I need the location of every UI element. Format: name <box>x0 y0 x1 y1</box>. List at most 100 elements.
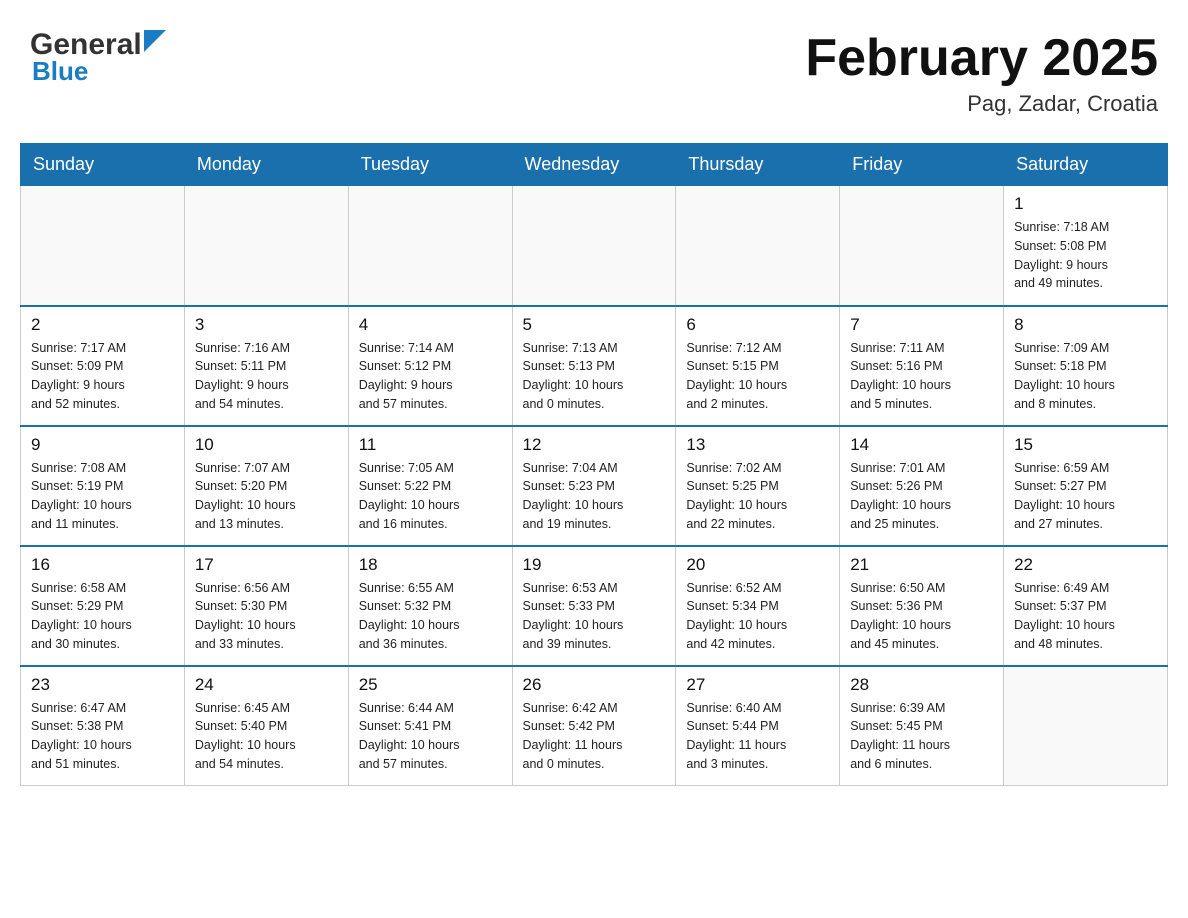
calendar-header-monday: Monday <box>184 144 348 186</box>
day-info: Sunrise: 7:01 AM Sunset: 5:26 PM Dayligh… <box>850 459 993 534</box>
calendar-cell <box>348 186 512 306</box>
calendar-cell: 5 Sunrise: 7:13 AM Sunset: 5:13 PM Daylig… <box>512 306 676 426</box>
day-number: 19 <box>523 555 666 575</box>
day-info: Sunrise: 6:40 AM Sunset: 5:44 PM Dayligh… <box>686 699 829 774</box>
day-number: 16 <box>31 555 174 575</box>
calendar-cell: 1Sunrise: 7:18 AM Sunset: 5:08 PM Daylig… <box>1004 186 1168 306</box>
logo-arrow-icon <box>144 30 166 52</box>
calendar-cell: 23 Sunrise: 6:47 AM Sunset: 5:38 PM Dayli… <box>21 666 185 786</box>
day-number: 27 <box>686 675 829 695</box>
day-info: Sunrise: 6:52 AM Sunset: 5:34 PM Dayligh… <box>686 579 829 654</box>
calendar-cell: 18 Sunrise: 6:55 AM Sunset: 5:32 PM Dayli… <box>348 546 512 666</box>
calendar-cell: 19 Sunrise: 6:53 AM Sunset: 5:33 PM Dayli… <box>512 546 676 666</box>
calendar-cell: 11 Sunrise: 7:05 AM Sunset: 5:22 PM Dayli… <box>348 426 512 546</box>
day-info: Sunrise: 6:49 AM Sunset: 5:37 PM Dayligh… <box>1014 579 1157 654</box>
calendar-cell: 26Sunrise: 6:42 AM Sunset: 5:42 PM Dayli… <box>512 666 676 786</box>
calendar-week-2: 2 Sunrise: 7:17 AM Sunset: 5:09 PM Daylig… <box>21 306 1168 426</box>
day-number: 2 <box>31 315 174 335</box>
calendar-cell <box>1004 666 1168 786</box>
day-number: 13 <box>686 435 829 455</box>
day-number: 7 <box>850 315 993 335</box>
calendar-cell: 10 Sunrise: 7:07 AM Sunset: 5:20 PM Dayli… <box>184 426 348 546</box>
calendar-cell: 16 Sunrise: 6:58 AM Sunset: 5:29 PM Dayli… <box>21 546 185 666</box>
calendar-header-wednesday: Wednesday <box>512 144 676 186</box>
day-info: Sunrise: 6:44 AM Sunset: 5:41 PM Dayligh… <box>359 699 502 774</box>
day-number: 28 <box>850 675 993 695</box>
day-info: Sunrise: 7:11 AM Sunset: 5:16 PM Dayligh… <box>850 339 993 414</box>
day-number: 4 <box>359 315 502 335</box>
calendar-week-5: 23 Sunrise: 6:47 AM Sunset: 5:38 PM Dayli… <box>21 666 1168 786</box>
calendar-cell: 2 Sunrise: 7:17 AM Sunset: 5:09 PM Daylig… <box>21 306 185 426</box>
calendar-week-1: 1Sunrise: 7:18 AM Sunset: 5:08 PM Daylig… <box>21 186 1168 306</box>
day-number: 18 <box>359 555 502 575</box>
day-info: Sunrise: 7:09 AM Sunset: 5:18 PM Dayligh… <box>1014 339 1157 414</box>
day-info: Sunrise: 6:50 AM Sunset: 5:36 PM Dayligh… <box>850 579 993 654</box>
calendar-cell <box>184 186 348 306</box>
calendar-cell: 28 Sunrise: 6:39 AM Sunset: 5:45 PM Dayli… <box>840 666 1004 786</box>
day-number: 25 <box>359 675 502 695</box>
month-title: February 2025 <box>805 30 1158 87</box>
calendar-cell <box>21 186 185 306</box>
day-number: 1 <box>1014 194 1157 214</box>
day-number: 15 <box>1014 435 1157 455</box>
location: Pag, Zadar, Croatia <box>805 91 1158 117</box>
day-number: 20 <box>686 555 829 575</box>
calendar-cell: 20 Sunrise: 6:52 AM Sunset: 5:34 PM Dayli… <box>676 546 840 666</box>
day-info: Sunrise: 7:04 AM Sunset: 5:23 PM Dayligh… <box>523 459 666 534</box>
day-info: Sunrise: 7:02 AM Sunset: 5:25 PM Dayligh… <box>686 459 829 534</box>
calendar-cell: 12Sunrise: 7:04 AM Sunset: 5:23 PM Dayli… <box>512 426 676 546</box>
day-number: 26 <box>523 675 666 695</box>
calendar-cell: 22 Sunrise: 6:49 AM Sunset: 5:37 PM Dayli… <box>1004 546 1168 666</box>
day-number: 14 <box>850 435 993 455</box>
day-number: 24 <box>195 675 338 695</box>
day-info: Sunrise: 6:55 AM Sunset: 5:32 PM Dayligh… <box>359 579 502 654</box>
day-number: 11 <box>359 435 502 455</box>
calendar-cell: 17 Sunrise: 6:56 AM Sunset: 5:30 PM Dayli… <box>184 546 348 666</box>
day-info: Sunrise: 6:45 AM Sunset: 5:40 PM Dayligh… <box>195 699 338 774</box>
calendar-cell: 7 Sunrise: 7:11 AM Sunset: 5:16 PM Daylig… <box>840 306 1004 426</box>
calendar-cell: 24 Sunrise: 6:45 AM Sunset: 5:40 PM Dayli… <box>184 666 348 786</box>
calendar-header-thursday: Thursday <box>676 144 840 186</box>
calendar-cell: 25 Sunrise: 6:44 AM Sunset: 5:41 PM Dayli… <box>348 666 512 786</box>
calendar-cell: 14 Sunrise: 7:01 AM Sunset: 5:26 PM Dayli… <box>840 426 1004 546</box>
day-info: Sunrise: 6:53 AM Sunset: 5:33 PM Dayligh… <box>523 579 666 654</box>
title-section: February 2025 Pag, Zadar, Croatia <box>805 30 1158 117</box>
calendar-header-friday: Friday <box>840 144 1004 186</box>
day-info: Sunrise: 7:12 AM Sunset: 5:15 PM Dayligh… <box>686 339 829 414</box>
logo-blue: Blue <box>30 56 88 87</box>
calendar-cell: 13 Sunrise: 7:02 AM Sunset: 5:25 PM Dayli… <box>676 426 840 546</box>
calendar-cell: 9Sunrise: 7:08 AM Sunset: 5:19 PM Daylig… <box>21 426 185 546</box>
calendar-cell <box>840 186 1004 306</box>
day-number: 10 <box>195 435 338 455</box>
day-number: 23 <box>31 675 174 695</box>
day-info: Sunrise: 7:17 AM Sunset: 5:09 PM Dayligh… <box>31 339 174 414</box>
calendar-cell <box>512 186 676 306</box>
calendar-table: SundayMondayTuesdayWednesdayThursdayFrid… <box>20 143 1168 786</box>
day-info: Sunrise: 6:58 AM Sunset: 5:29 PM Dayligh… <box>31 579 174 654</box>
day-number: 5 <box>523 315 666 335</box>
calendar-header-tuesday: Tuesday <box>348 144 512 186</box>
logo: General Blue <box>30 30 166 87</box>
day-info: Sunrise: 7:05 AM Sunset: 5:22 PM Dayligh… <box>359 459 502 534</box>
day-number: 17 <box>195 555 338 575</box>
day-info: Sunrise: 7:14 AM Sunset: 5:12 PM Dayligh… <box>359 339 502 414</box>
calendar-cell: 15 Sunrise: 6:59 AM Sunset: 5:27 PM Dayli… <box>1004 426 1168 546</box>
calendar-header-saturday: Saturday <box>1004 144 1168 186</box>
day-number: 6 <box>686 315 829 335</box>
calendar-cell: 21 Sunrise: 6:50 AM Sunset: 5:36 PM Dayli… <box>840 546 1004 666</box>
calendar-week-3: 9Sunrise: 7:08 AM Sunset: 5:19 PM Daylig… <box>21 426 1168 546</box>
day-info: Sunrise: 7:13 AM Sunset: 5:13 PM Dayligh… <box>523 339 666 414</box>
day-info: Sunrise: 6:56 AM Sunset: 5:30 PM Dayligh… <box>195 579 338 654</box>
day-number: 21 <box>850 555 993 575</box>
day-number: 22 <box>1014 555 1157 575</box>
calendar-header-row: SundayMondayTuesdayWednesdayThursdayFrid… <box>21 144 1168 186</box>
day-info: Sunrise: 6:59 AM Sunset: 5:27 PM Dayligh… <box>1014 459 1157 534</box>
day-info: Sunrise: 6:47 AM Sunset: 5:38 PM Dayligh… <box>31 699 174 774</box>
day-number: 3 <box>195 315 338 335</box>
day-number: 8 <box>1014 315 1157 335</box>
calendar-cell: 3Sunrise: 7:16 AM Sunset: 5:11 PM Daylig… <box>184 306 348 426</box>
calendar-cell: 4 Sunrise: 7:14 AM Sunset: 5:12 PM Daylig… <box>348 306 512 426</box>
calendar-header-sunday: Sunday <box>21 144 185 186</box>
day-info: Sunrise: 7:07 AM Sunset: 5:20 PM Dayligh… <box>195 459 338 534</box>
day-info: Sunrise: 6:39 AM Sunset: 5:45 PM Dayligh… <box>850 699 993 774</box>
